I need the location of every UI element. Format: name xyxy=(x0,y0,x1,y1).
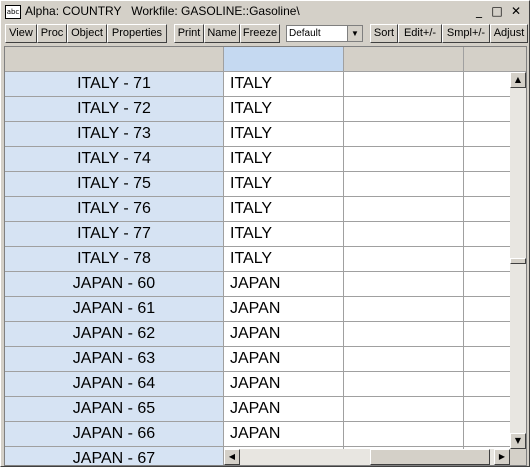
close-icon[interactable]: ✕ xyxy=(508,4,524,18)
table-row: ITALY - 74 ITALY xyxy=(5,147,524,172)
table-row: JAPAN - 66 JAPAN xyxy=(5,422,524,447)
format-select-value: Default xyxy=(289,28,321,39)
empty-cell[interactable] xyxy=(344,372,464,397)
proc-button[interactable]: Proc xyxy=(37,24,67,43)
scroll-left-icon[interactable]: ◀ xyxy=(224,449,240,465)
country-value-cell[interactable]: JAPAN xyxy=(224,397,344,422)
empty-cell[interactable] xyxy=(344,147,464,172)
properties-button[interactable]: Properties xyxy=(107,24,167,43)
column-header[interactable] xyxy=(344,47,464,72)
vertical-scrollbar[interactable]: ▲ ▼ xyxy=(510,72,526,449)
row-label[interactable]: JAPAN - 64 xyxy=(5,372,224,397)
country-value-cell[interactable]: ITALY xyxy=(224,72,344,97)
scroll-right-icon[interactable]: ▶ xyxy=(494,449,510,465)
row-label[interactable]: JAPAN - 62 xyxy=(5,322,224,347)
horizontal-scrollbar[interactable]: ◀ ▶ xyxy=(224,449,510,465)
table-row: JAPAN - 60 JAPAN xyxy=(5,272,524,297)
row-label[interactable]: JAPAN - 60 xyxy=(5,272,224,297)
window-title: Alpha: COUNTRY Workfile: GASOLINE::Gasol… xyxy=(25,4,300,18)
empty-cell[interactable] xyxy=(344,72,464,97)
table-row: JAPAN - 63 JAPAN xyxy=(5,347,524,372)
country-value-cell[interactable]: ITALY xyxy=(224,147,344,172)
country-value-cell[interactable]: ITALY xyxy=(224,97,344,122)
scroll-up-icon[interactable]: ▲ xyxy=(510,72,526,88)
edit-button[interactable]: Edit+/- xyxy=(398,24,442,43)
country-value-cell[interactable]: ITALY xyxy=(224,197,344,222)
country-value-cell[interactable]: JAPAN xyxy=(224,297,344,322)
country-value-cell[interactable]: ITALY xyxy=(224,247,344,272)
row-header-corner[interactable] xyxy=(5,47,224,72)
table-row: ITALY - 76 ITALY xyxy=(5,197,524,222)
empty-cell[interactable] xyxy=(344,397,464,422)
alpha-series-icon: abc xyxy=(5,5,21,19)
chevron-down-icon[interactable]: ▼ xyxy=(347,26,362,41)
row-label[interactable]: ITALY - 72 xyxy=(5,97,224,122)
spreadsheet-grid[interactable]: ITALY - 71 ITALY ITALY - 72 ITALY ITALY - 73… xyxy=(4,46,527,466)
table-row: ITALY - 73 ITALY xyxy=(5,122,524,147)
empty-cell[interactable] xyxy=(344,422,464,447)
freeze-button[interactable]: Freeze xyxy=(240,24,280,43)
row-label[interactable]: ITALY - 76 xyxy=(5,197,224,222)
toolbar: View Proc Object Properties Print Name F… xyxy=(1,23,529,45)
row-label[interactable]: JAPAN - 61 xyxy=(5,297,224,322)
empty-cell[interactable] xyxy=(344,347,464,372)
view-button[interactable]: View xyxy=(5,24,37,43)
country-value-cell[interactable]: JAPAN xyxy=(224,347,344,372)
column-header-selected[interactable] xyxy=(224,47,344,72)
title-bar[interactable]: abc Alpha: COUNTRY Workfile: GASOLINE::G… xyxy=(1,1,529,23)
table-row: JAPAN - 64 JAPAN xyxy=(5,372,524,397)
empty-cell[interactable] xyxy=(344,172,464,197)
country-value-cell[interactable]: ITALY xyxy=(224,172,344,197)
table-row: ITALY - 72 ITALY xyxy=(5,97,524,122)
scrollbar-corner xyxy=(510,449,526,465)
smpl-button[interactable]: Smpl+/- xyxy=(442,24,490,43)
row-label[interactable]: ITALY - 77 xyxy=(5,222,224,247)
country-value-cell[interactable]: ITALY xyxy=(224,222,344,247)
empty-cell[interactable] xyxy=(344,272,464,297)
country-value-cell[interactable]: JAPAN xyxy=(224,372,344,397)
row-label[interactable]: ITALY - 74 xyxy=(5,147,224,172)
object-button[interactable]: Object xyxy=(67,24,107,43)
row-label[interactable]: ITALY - 73 xyxy=(5,122,224,147)
sort-button[interactable]: Sort xyxy=(370,24,398,43)
country-value-cell[interactable]: JAPAN xyxy=(224,272,344,297)
maximize-icon[interactable]: □ xyxy=(489,4,505,18)
table-row: JAPAN - 62 JAPAN xyxy=(5,322,524,347)
vertical-scroll-thumb[interactable] xyxy=(510,258,526,264)
country-value-cell[interactable]: JAPAN xyxy=(224,422,344,447)
empty-cell[interactable] xyxy=(344,97,464,122)
column-header[interactable] xyxy=(464,47,526,72)
format-select[interactable]: Default ▼ xyxy=(286,25,363,42)
row-label[interactable]: JAPAN - 63 xyxy=(5,347,224,372)
empty-cell[interactable] xyxy=(344,122,464,147)
row-label[interactable]: JAPAN - 67 xyxy=(5,447,224,465)
row-label[interactable]: ITALY - 78 xyxy=(5,247,224,272)
minimize-icon[interactable]: _ xyxy=(471,4,487,18)
name-button[interactable]: Name xyxy=(204,24,240,43)
table-row: ITALY - 78 ITALY xyxy=(5,247,524,272)
empty-cell[interactable] xyxy=(344,247,464,272)
print-button[interactable]: Print xyxy=(174,24,204,43)
empty-cell[interactable] xyxy=(344,297,464,322)
table-row: JAPAN - 65 JAPAN xyxy=(5,397,524,422)
table-row: ITALY - 77 ITALY xyxy=(5,222,524,247)
scroll-down-icon[interactable]: ▼ xyxy=(510,433,526,449)
country-value-cell[interactable]: JAPAN xyxy=(224,322,344,347)
table-row: ITALY - 71 ITALY xyxy=(5,72,524,97)
country-value-cell[interactable]: ITALY xyxy=(224,122,344,147)
row-label[interactable]: JAPAN - 65 xyxy=(5,397,224,422)
empty-cell[interactable] xyxy=(344,322,464,347)
series-window: abc Alpha: COUNTRY Workfile: GASOLINE::G… xyxy=(0,0,530,467)
adjust-button[interactable]: Adjust xyxy=(490,24,528,43)
row-label[interactable]: ITALY - 71 xyxy=(5,72,224,97)
empty-cell[interactable] xyxy=(344,222,464,247)
table-row: JAPAN - 61 JAPAN xyxy=(5,297,524,322)
table-row: ITALY - 75 ITALY xyxy=(5,172,524,197)
row-label[interactable]: ITALY - 75 xyxy=(5,172,224,197)
row-label[interactable]: JAPAN - 66 xyxy=(5,422,224,447)
empty-cell[interactable] xyxy=(344,197,464,222)
horizontal-scroll-thumb[interactable] xyxy=(370,449,490,465)
